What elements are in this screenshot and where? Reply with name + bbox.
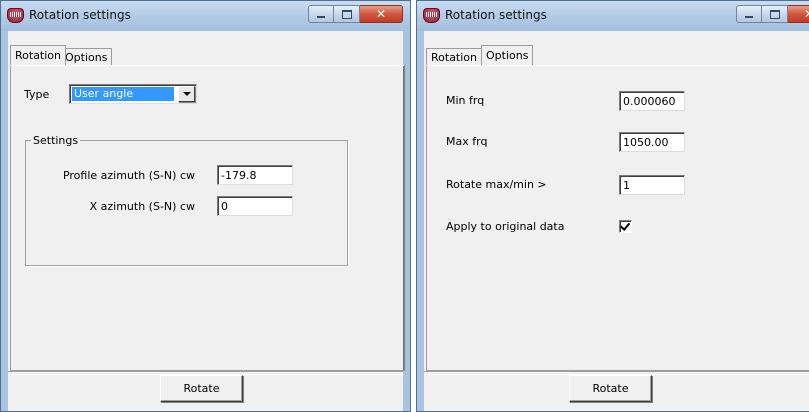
- minimize-button[interactable]: [736, 5, 762, 23]
- min-frq-label: Min frq: [446, 94, 485, 107]
- caption-buttons: ✕: [308, 5, 403, 23]
- x-azimuth-field[interactable]: 0: [217, 196, 293, 216]
- settings-groupbox: Settings Profile azimuth (S-N) cw -179.8…: [25, 134, 348, 266]
- max-frq-field[interactable]: 1050.00: [619, 132, 685, 152]
- app-icon: [7, 8, 24, 23]
- checkmark-icon: [619, 220, 631, 231]
- minimize-button[interactable]: [308, 5, 334, 23]
- close-icon: ✕: [375, 7, 387, 21]
- caption-buttons: ✕: [736, 5, 809, 23]
- profile-azimuth-label: Profile azimuth (S-N) cw: [62, 169, 195, 182]
- minimize-icon: [317, 16, 325, 18]
- dropdown-button[interactable]: [178, 86, 195, 102]
- apply-to-original-checkbox[interactable]: [619, 220, 632, 233]
- window-client-area: Rotation Options Type User angle Setting…: [8, 31, 405, 411]
- max-frq-label: Max frq: [446, 135, 488, 148]
- rotation-settings-window-options-tab: Rotation settings ✕ Rotation Options Min…: [416, 0, 809, 412]
- maximize-button[interactable]: [334, 5, 360, 23]
- tab-rotation[interactable]: Rotation: [10, 45, 67, 65]
- x-azimuth-label: X azimuth (S-N) cw: [89, 200, 195, 213]
- maximize-icon: [341, 9, 352, 19]
- rotate-maxmin-label: Rotate max/min >: [446, 178, 547, 191]
- maximize-button[interactable]: [762, 5, 788, 23]
- rotate-button[interactable]: Rotate: [160, 375, 243, 402]
- window-title: Rotation settings: [445, 8, 547, 22]
- close-button[interactable]: ✕: [360, 5, 403, 23]
- minimize-icon: [745, 16, 753, 18]
- rotation-settings-window-rotation-tab: Rotation settings ✕ Rotation Options Typ…: [0, 0, 411, 412]
- app-icon: [423, 8, 440, 23]
- window-title: Rotation settings: [29, 8, 131, 22]
- settings-group-legend: Settings: [31, 134, 81, 147]
- close-button[interactable]: ✕: [788, 5, 809, 23]
- rotate-maxmin-field[interactable]: 1: [619, 175, 685, 195]
- close-icon: ✕: [804, 7, 809, 21]
- title-bar[interactable]: Rotation settings ✕: [417, 1, 809, 31]
- min-frq-field[interactable]: 0.000060: [619, 91, 685, 111]
- tab-rotation[interactable]: Rotation: [426, 48, 483, 65]
- profile-azimuth-field[interactable]: -179.8: [217, 165, 293, 185]
- apply-to-original-label: Apply to original data: [446, 220, 565, 233]
- options-tab-panel: Min frq 0.000060 Max frq 1050.00 Rotate …: [426, 65, 809, 371]
- maximize-icon: [769, 9, 780, 19]
- tab-options[interactable]: Options: [481, 45, 534, 65]
- type-dropdown-value: User angle: [72, 87, 174, 101]
- tab-options[interactable]: Options: [60, 48, 113, 65]
- window-client-area: Rotation Options Min frq 0.000060 Max fr…: [424, 31, 809, 411]
- title-bar[interactable]: Rotation settings ✕: [1, 1, 410, 31]
- rotation-tab-panel: Type User angle Settings Profile azimuth…: [10, 65, 405, 371]
- type-label: Type: [24, 88, 50, 101]
- chevron-down-icon: [183, 92, 191, 96]
- rotate-button[interactable]: Rotate: [569, 375, 652, 402]
- type-dropdown[interactable]: User angle: [69, 84, 197, 104]
